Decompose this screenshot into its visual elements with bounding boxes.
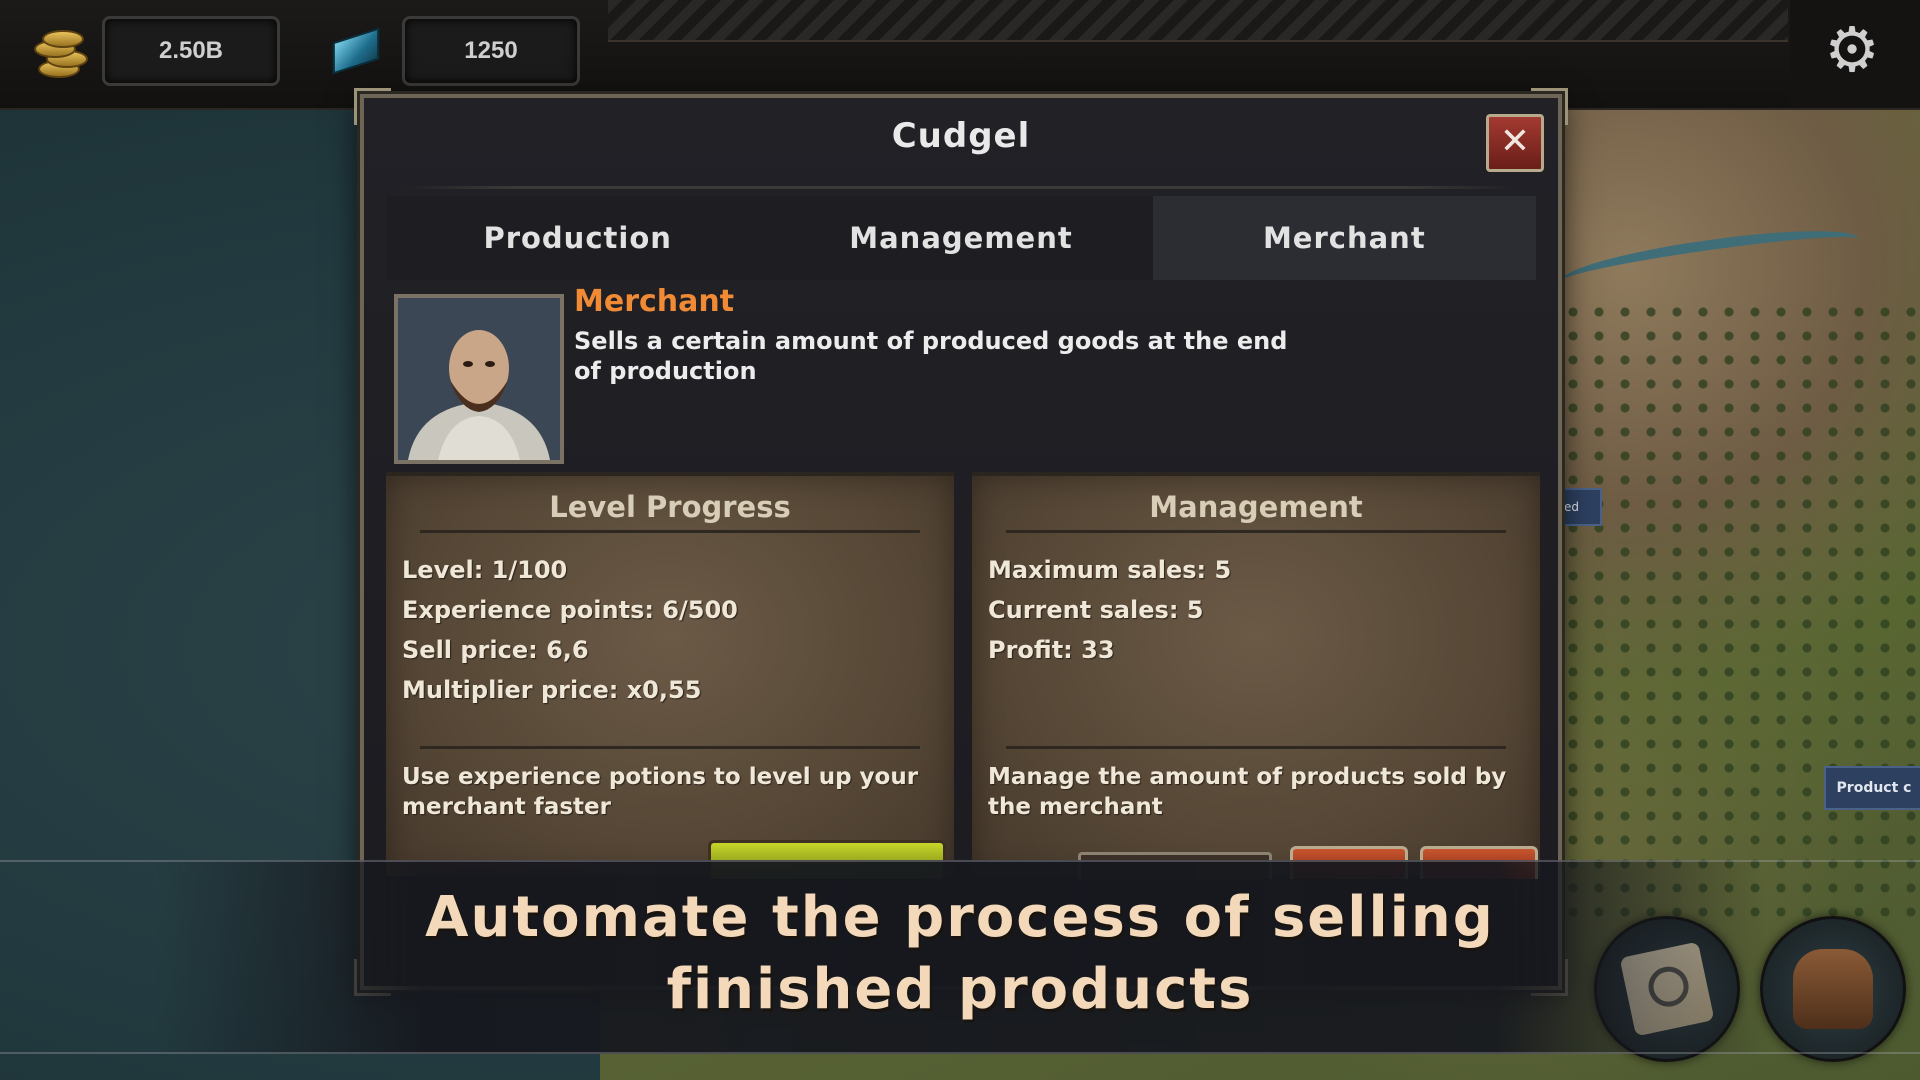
gem-counter: 1250 [402, 16, 580, 86]
merchant-title: Merchant [574, 284, 735, 319]
level-note: Use experience potions to level up your … [402, 764, 919, 820]
multiplier-stat: Multiplier price: x0,55 [402, 676, 702, 704]
maximum-sales-stat: Maximum sales: 5 [988, 556, 1232, 584]
level-stats: Level: 1/100 Experience points: 6/500 Se… [402, 550, 738, 710]
promo-text: Automate the process of selling finished… [0, 882, 1920, 1026]
merchant-portrait [394, 294, 564, 464]
tab-merchant[interactable]: Merchant [1152, 196, 1536, 280]
management-note: Manage the amount of products sold by th… [988, 764, 1507, 820]
tab-production[interactable]: Production [386, 196, 770, 280]
level-progress-panel: Level Progress Level: 1/100 Experience p… [386, 472, 954, 879]
tab-management[interactable]: Management [769, 196, 1153, 280]
profit-stat: Profit: 33 [988, 636, 1115, 664]
crystal-icon [326, 22, 388, 82]
product-badge-label: Product c [1836, 780, 1912, 796]
management-title: Management [1149, 490, 1363, 524]
sell-price-stat: Sell price: 6,6 [402, 636, 589, 664]
merchant-description: Sells a certain amount of produced goods… [574, 327, 1288, 385]
management-panel: Management Maximum sales: 5 Current sale… [972, 472, 1540, 879]
close-icon: ✕ [1499, 121, 1531, 162]
tab-bar: Production Management Merchant [386, 196, 1536, 280]
promo-line-1: Automate the process of selling [425, 885, 1495, 950]
gear-icon: ⚙ [1824, 13, 1880, 86]
panel-divider [1006, 746, 1506, 749]
current-sales-stat: Current sales: 5 [988, 596, 1204, 624]
experience-stat: Experience points: 6/500 [402, 596, 738, 624]
settings-button[interactable]: ⚙ [1790, 0, 1920, 108]
level-stat: Level: 1/100 [402, 556, 568, 584]
promo-banner: Automate the process of selling finished… [0, 860, 1920, 1054]
promo-line-2: finished products [666, 957, 1254, 1022]
panel-divider [1006, 530, 1506, 533]
workshop-dialog: Cudgel ✕ Production Management Merchant … [354, 88, 1568, 996]
top-hud-ornament [608, 0, 1788, 42]
map-location-label: ed [1564, 500, 1579, 514]
gold-counter: 2.50B [102, 16, 280, 86]
close-button[interactable]: ✕ [1486, 114, 1544, 172]
panel-divider [420, 746, 920, 749]
map-forest [1560, 300, 1920, 920]
map-location-badge[interactable]: ed [1562, 488, 1602, 526]
management-stats: Maximum sales: 5 Current sales: 5 Profit… [988, 550, 1231, 670]
dialog-title: Cudgel [891, 116, 1031, 156]
title-divider [404, 186, 1514, 189]
level-progress-title: Level Progress [549, 490, 791, 524]
panel-divider [420, 530, 920, 533]
coin-stack-icon [24, 22, 88, 82]
product-badge[interactable]: Product c [1824, 766, 1920, 810]
